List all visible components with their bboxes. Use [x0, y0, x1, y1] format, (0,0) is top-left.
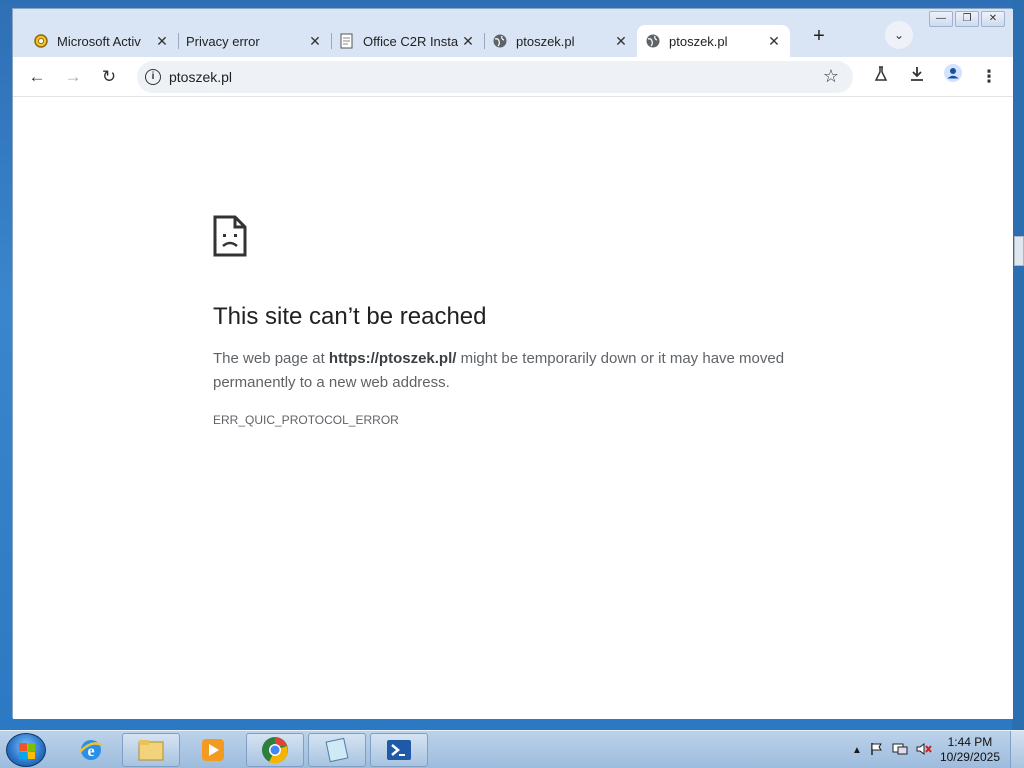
tab-microsoft-activation[interactable]: Microsoft Activ ✕: [25, 25, 178, 57]
chevron-down-icon: ⌄: [893, 28, 905, 42]
address-bar[interactable]: i ptoszek.pl ☆: [137, 61, 853, 93]
tab-ptoszek-active[interactable]: ptoszek.pl ✕: [637, 25, 790, 57]
document-icon: [339, 33, 355, 49]
file-explorer-icon[interactable]: [122, 733, 180, 767]
tab-title: ptoszek.pl: [516, 33, 575, 49]
menu-kebab-icon[interactable]: ⋮: [975, 63, 1003, 91]
error-title: This site can’t be reached: [213, 303, 487, 330]
minimize-button[interactable]: —: [929, 11, 953, 27]
tab-office-c2r[interactable]: Office C2R Insta ✕: [331, 25, 484, 57]
tab-strip: Microsoft Activ ✕ Privacy error ✕ Office…: [25, 17, 790, 57]
error-url: https://ptoszek.pl/: [328, 350, 457, 367]
tab-privacy-error[interactable]: Privacy error ✕: [178, 25, 331, 57]
error-code: ERR_QUIC_PROTOCOL_ERROR: [213, 413, 399, 427]
browser-window: Microsoft Activ ✕ Privacy error ✕ Office…: [12, 8, 1013, 719]
internet-explorer-icon[interactable]: e: [62, 733, 120, 767]
close-icon[interactable]: ✕: [154, 33, 170, 49]
volume-muted-icon[interactable]: [916, 742, 932, 759]
start-button[interactable]: [6, 733, 46, 767]
browser-toolbar: ← → ↻ i ptoszek.pl ☆ ⋮: [13, 57, 1013, 97]
close-icon[interactable]: ✕: [766, 33, 782, 49]
labs-flask-icon[interactable]: [867, 63, 895, 91]
globe-icon: [492, 33, 508, 49]
tab-title: Office C2R Insta: [363, 33, 459, 49]
notepad-icon[interactable]: [308, 733, 366, 767]
error-description: The web page at https://ptoszek.pl/ migh…: [213, 347, 813, 395]
taskbar: e ▲ 1:44 PM 10/29/2025: [0, 730, 1024, 768]
windows-logo-icon: [19, 743, 35, 759]
profile-avatar-icon[interactable]: [939, 63, 967, 91]
show-desktop-button[interactable]: [1010, 731, 1024, 768]
powershell-icon[interactable]: [370, 733, 428, 767]
tab-title: ptoszek.pl: [669, 33, 728, 49]
new-tab-button[interactable]: +: [805, 23, 833, 51]
browser-titlebar: Microsoft Activ ✕ Privacy error ✕ Office…: [13, 9, 1013, 57]
globe-icon: [645, 33, 661, 49]
bookmark-star-icon[interactable]: ☆: [823, 66, 839, 87]
close-icon[interactable]: ✕: [613, 33, 629, 49]
tab-ptoszek-1[interactable]: ptoszek.pl ✕: [484, 25, 637, 57]
action-center-flag-icon[interactable]: [870, 742, 884, 759]
tab-title: Privacy error: [186, 33, 260, 49]
gear-icon: [33, 33, 49, 49]
system-clock[interactable]: 1:44 PM 10/29/2025: [940, 735, 1000, 765]
desktop-edge: [1012, 0, 1024, 730]
page-content: This site can’t be reached The web page …: [13, 97, 1013, 719]
window-controls: — ❐ ✕: [929, 11, 1005, 27]
clock-time: 1:44 PM: [947, 735, 993, 749]
chrome-icon[interactable]: [246, 733, 304, 767]
sad-page-icon: [213, 215, 247, 262]
show-hidden-icons-arrow-icon[interactable]: ▲: [852, 745, 862, 756]
tab-search-button[interactable]: ⌄: [885, 21, 913, 49]
close-window-button[interactable]: ✕: [981, 11, 1005, 27]
back-button[interactable]: ←: [23, 63, 51, 91]
forward-button[interactable]: →: [59, 63, 87, 91]
desktop-scroll-thumb: [1014, 236, 1024, 266]
reload-button[interactable]: ↻: [95, 63, 123, 91]
site-info-icon[interactable]: i: [145, 69, 161, 85]
download-icon[interactable]: [903, 63, 931, 91]
tab-title: Microsoft Activ: [57, 33, 141, 49]
close-icon[interactable]: ✕: [460, 33, 476, 49]
address-text: ptoszek.pl: [169, 69, 233, 85]
clock-date: 10/29/2025: [939, 750, 1000, 764]
system-tray: ▲ 1:44 PM 10/29/2025: [852, 735, 1000, 765]
network-icon[interactable]: [892, 742, 908, 759]
media-player-icon[interactable]: [184, 733, 242, 767]
error-desc-prefix: The web page at: [213, 350, 329, 367]
close-icon[interactable]: ✕: [307, 33, 323, 49]
restore-button[interactable]: ❐: [955, 11, 979, 27]
